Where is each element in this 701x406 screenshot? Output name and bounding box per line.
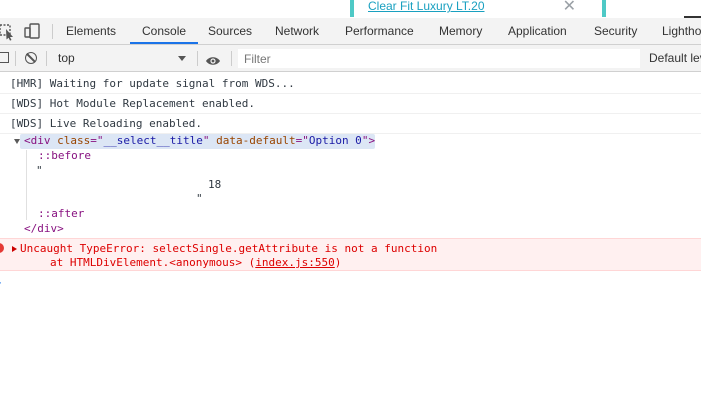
context-value: top: [58, 51, 75, 65]
page-product-link[interactable]: Clear Fit Luxury LT.20: [368, 0, 485, 13]
toolbar-separator: [46, 51, 47, 66]
pseudo-before[interactable]: ::before: [38, 149, 91, 163]
element-open-tag[interactable]: <div class="__select__title" data-defaul…: [24, 134, 375, 148]
text-quote-close: ": [196, 192, 203, 205]
clear-console-icon[interactable]: [25, 52, 37, 64]
console-message: [HMR] Waiting for update signal from WDS…: [0, 74, 701, 94]
toolbar-separator: [231, 51, 232, 66]
pseudo-after[interactable]: ::after: [38, 207, 84, 221]
console-message: [WDS] Hot Module Replacement enabled.: [0, 94, 701, 114]
console-toolbar: top Default levels: [0, 45, 701, 72]
log-levels-dropdown[interactable]: Default levels: [649, 45, 701, 72]
page-card: Clear Fit Luxury LT.20 ✕: [350, 0, 606, 17]
console-message: [WDS] Live Reloading enabled.: [0, 114, 701, 134]
stack-prefix: at HTMLDivElement.<anonymous> (: [50, 256, 256, 269]
tag-name: <div: [24, 134, 51, 147]
device-toolbar-icon[interactable]: [22, 18, 44, 45]
expand-triangle-icon[interactable]: [14, 139, 20, 144]
devtools-tab-bar: Elements Console Sources Network Perform…: [0, 18, 701, 45]
error-text: Uncaught TypeError: selectSingle.getAttr…: [20, 242, 438, 255]
close-icon[interactable]: ✕: [563, 0, 576, 15]
attr-name: class: [57, 134, 91, 147]
error-icon: [0, 243, 4, 253]
sidebar-toggle-icon[interactable]: [0, 52, 9, 63]
page-behind-devtools: Clear Fit Luxury LT.20 ✕: [0, 0, 701, 18]
console-output: [HMR] Waiting for update signal from WDS…: [0, 72, 701, 134]
stack-suffix: ): [334, 256, 342, 269]
console-prompt-icon[interactable]: ›: [0, 276, 3, 289]
expand-triangle-icon[interactable]: [12, 246, 17, 252]
tab-lighthouse[interactable]: Lighthouse: [662, 18, 701, 44]
context-selector[interactable]: top: [52, 49, 192, 68]
tag-bracket: >: [368, 134, 376, 147]
tree-guide-line: [26, 150, 27, 220]
attr-value: Option 0: [308, 134, 362, 147]
eye-icon[interactable]: [205, 52, 221, 71]
tab-sources[interactable]: Sources: [208, 18, 252, 44]
tab-network[interactable]: Network: [275, 18, 319, 44]
error-stack-line: at HTMLDivElement.<anonymous> (index.js:…: [50, 256, 341, 269]
text-quote-open: ": [36, 164, 43, 177]
tab-application[interactable]: Application: [508, 18, 567, 44]
tab-elements[interactable]: Elements: [66, 18, 116, 44]
text-number: 18: [208, 178, 222, 191]
tabbar-separator: [52, 24, 53, 39]
tab-performance[interactable]: Performance: [345, 18, 414, 44]
toolbar-separator: [15, 51, 16, 66]
attr-name: data-default: [216, 134, 296, 147]
chevron-down-icon: [178, 56, 186, 61]
tab-console[interactable]: Console: [130, 18, 199, 44]
tab-memory[interactable]: Memory: [439, 18, 482, 44]
element-close-tag[interactable]: </div>: [24, 222, 64, 236]
inspect-element-icon[interactable]: [0, 18, 20, 45]
source-link[interactable]: index.js:550: [255, 256, 334, 269]
message-text: [HMR] Waiting for update signal from WDS…: [10, 77, 295, 90]
filter-input[interactable]: [238, 49, 640, 68]
toolbar-separator: [197, 51, 198, 66]
message-text: [WDS] Live Reloading enabled.: [10, 117, 203, 130]
attr-value: __select__title: [103, 134, 203, 147]
tab-security[interactable]: Security: [594, 18, 637, 44]
error-message: Uncaught TypeError: selectSingle.getAttr…: [0, 238, 701, 271]
message-text: [WDS] Hot Module Replacement enabled.: [10, 97, 256, 110]
